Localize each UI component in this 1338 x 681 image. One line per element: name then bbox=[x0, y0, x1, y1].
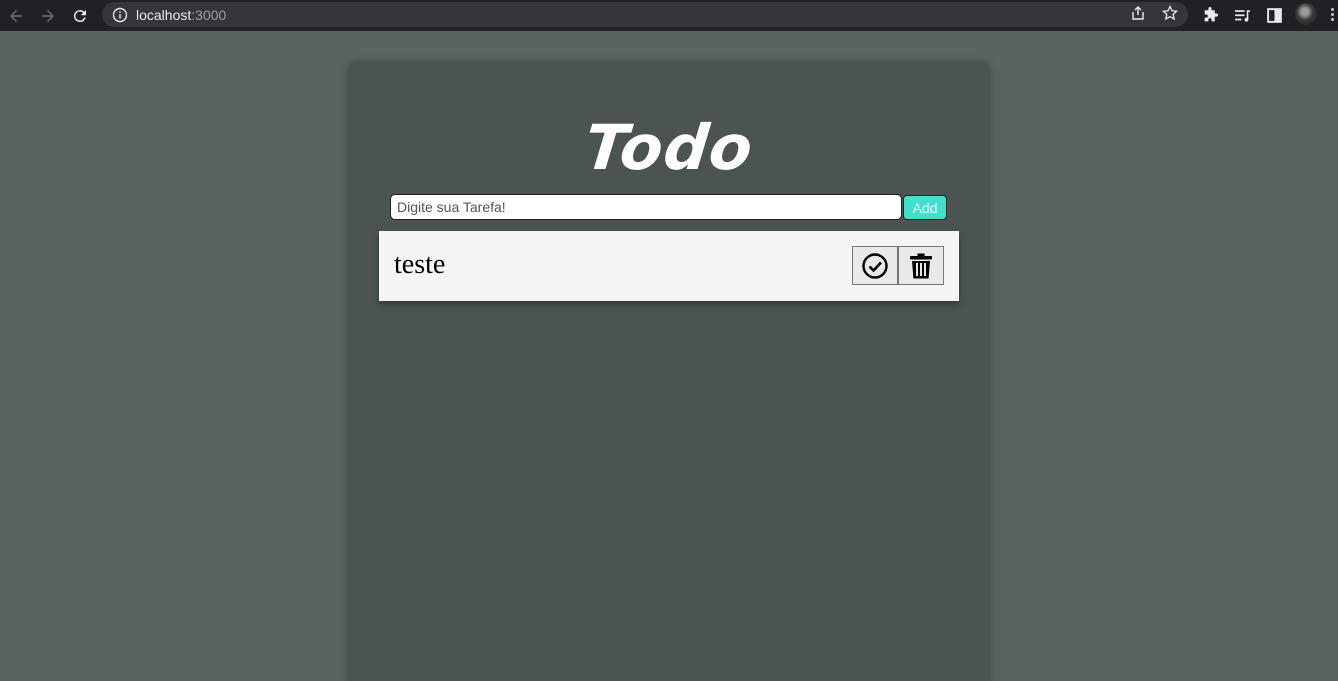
reload-icon bbox=[73, 10, 86, 23]
more-menu-icon[interactable] bbox=[1331, 6, 1337, 26]
star-icon bbox=[1162, 5, 1178, 21]
media-button[interactable] bbox=[1230, 3, 1254, 27]
side-panel-icon bbox=[1266, 7, 1282, 23]
trash-icon bbox=[910, 253, 932, 278]
check-circle-icon bbox=[862, 252, 888, 279]
complete-button[interactable] bbox=[852, 246, 898, 285]
todo-card: Todo Add teste bbox=[348, 62, 990, 681]
todo-text: teste bbox=[394, 249, 446, 280]
back-arrow-icon bbox=[10, 10, 22, 22]
url-port: :3000 bbox=[191, 6, 227, 23]
info-icon[interactable] bbox=[112, 7, 128, 23]
side-panel-button[interactable] bbox=[1262, 3, 1286, 27]
url-host: localhost bbox=[136, 6, 192, 23]
task-input[interactable] bbox=[390, 194, 902, 220]
profile-avatar[interactable] bbox=[1295, 3, 1317, 25]
forward-button[interactable] bbox=[35, 3, 61, 29]
browser-toolbar: localhost:3000 bbox=[0, 0, 1338, 31]
share-icon bbox=[1132, 6, 1144, 20]
add-button[interactable]: Add bbox=[903, 195, 947, 220]
address-bar[interactable]: localhost:3000 bbox=[102, 2, 1188, 27]
bookmark-button[interactable] bbox=[1160, 3, 1180, 23]
share-button[interactable] bbox=[1128, 3, 1148, 23]
forward-arrow-icon bbox=[42, 10, 54, 22]
todo-item: teste bbox=[379, 231, 959, 301]
extensions-icon bbox=[1204, 6, 1218, 21]
back-button[interactable] bbox=[3, 3, 29, 29]
delete-button[interactable] bbox=[898, 246, 944, 285]
page-title: Todo bbox=[581, 111, 757, 184]
reload-button[interactable] bbox=[67, 3, 93, 29]
extensions-button[interactable] bbox=[1198, 3, 1222, 27]
media-icon bbox=[1234, 9, 1250, 22]
